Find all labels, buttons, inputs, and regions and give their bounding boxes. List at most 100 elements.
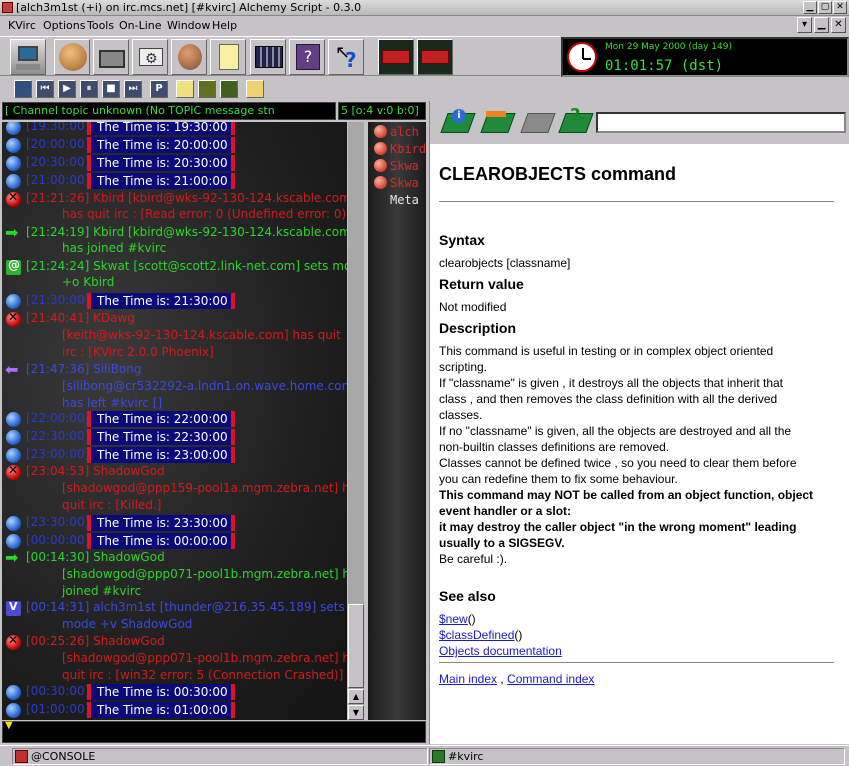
play-icon[interactable]: ▶ xyxy=(58,80,76,98)
mdi-menu-button[interactable]: ▾ xyxy=(797,17,812,33)
warning-line: it may destroy the caller object "in the… xyxy=(439,520,797,534)
clock-icon xyxy=(567,42,597,72)
warning-line: usually to a SIGSEGV. xyxy=(439,536,565,550)
channel-window: [ Channel topic unknown (No TOPIC messag… xyxy=(0,101,428,744)
app-icon[interactable] xyxy=(2,2,13,13)
title-bar[interactable]: [alch3m1st (+i) on irc.mcs.net] [#kvirc]… xyxy=(0,0,849,16)
maximize-button[interactable]: ▢ xyxy=(818,1,832,14)
chat-input[interactable]: ▼ xyxy=(2,720,426,743)
user-item[interactable]: Skwa xyxy=(374,176,419,190)
secondary-toolbar: ⏮ ▶ ⏸ ■ ⏭ P xyxy=(0,78,275,100)
help-index-book-icon[interactable]: i xyxy=(440,107,476,137)
skip-back-icon[interactable]: ⏮ xyxy=(36,80,54,98)
clock-time: 01:01:57 (dst) xyxy=(605,58,724,74)
notepad-icon[interactable] xyxy=(210,39,246,75)
help-document[interactable]: CLEAROBJECTS command Syntax clearobjects… xyxy=(430,144,849,744)
script-button-1[interactable] xyxy=(378,39,414,75)
topic-bar[interactable]: [ Channel topic unknown (No TOPIC messag… xyxy=(2,102,336,120)
link-classdefined[interactable]: $classDefined xyxy=(439,628,514,642)
document-icon[interactable] xyxy=(176,80,194,98)
voice-icon xyxy=(6,600,21,616)
face-icon[interactable] xyxy=(171,39,207,75)
help-search-input[interactable] xyxy=(596,112,846,133)
kvirc-window: [alch3m1st (+i) on irc.mcs.net] [#kvirc]… xyxy=(0,0,849,766)
menu-options[interactable]: Options xyxy=(43,19,85,32)
syntax-heading: Syntax xyxy=(439,232,485,248)
smiley-icon[interactable] xyxy=(54,39,90,75)
join-arrow-icon xyxy=(5,548,21,567)
time-icon xyxy=(6,448,21,463)
mail-icon[interactable] xyxy=(246,80,264,98)
link-new[interactable]: $new xyxy=(439,612,468,626)
user-item[interactable]: Meta xyxy=(390,193,419,207)
description-line: Classes cannot be defined twice , so you… xyxy=(439,456,797,470)
warning-line: This command may NOT be called from an o… xyxy=(439,488,814,502)
user-list[interactable]: alch Kbird Skwa Skwa Meta xyxy=(368,122,426,720)
description-line: If no "classname" is given, all the obje… xyxy=(439,424,792,438)
pointer-help-icon[interactable]: ↖ ? xyxy=(328,39,364,75)
winamp-icon[interactable] xyxy=(220,80,238,98)
description-line: you can redefine them to fix some behavi… xyxy=(439,472,678,486)
time-icon xyxy=(6,122,21,135)
menu-bar: KVirc Options Tools On-Line Window Help … xyxy=(0,16,849,36)
mixer-icon[interactable] xyxy=(198,80,216,98)
p-icon[interactable]: P xyxy=(150,80,168,98)
chat-output[interactable]: [19:30:00] The Time is: 19:30:00 [20:00:… xyxy=(2,122,347,720)
help-question-book-icon[interactable]: ? xyxy=(558,105,594,137)
syntax-text: clearobjects [classname] xyxy=(439,256,571,270)
taskbar-console[interactable]: @CONSOLE xyxy=(12,748,428,765)
scroll-up-arrow[interactable]: ▲ xyxy=(348,689,364,704)
minimize-button[interactable]: ▁ xyxy=(803,1,817,14)
menu-help[interactable]: Help xyxy=(212,19,237,32)
clock-date: Mon 29 May 2000 (day 149) xyxy=(605,42,732,52)
scroll-thumb[interactable] xyxy=(348,604,364,688)
description-line: This command is useful in testing or in … xyxy=(439,344,774,358)
grid-icon[interactable] xyxy=(250,39,286,75)
time-icon xyxy=(6,534,21,549)
user-item[interactable]: alch xyxy=(374,125,419,139)
careful-text: Be careful :). xyxy=(439,552,508,566)
time-icon xyxy=(6,138,21,153)
quit-icon xyxy=(6,463,21,480)
link-main-index[interactable]: Main index xyxy=(439,672,497,686)
divider xyxy=(439,662,834,663)
chat-scrollbar[interactable]: ▲ ▼ xyxy=(348,122,364,720)
menu-kvirc[interactable]: KVirc xyxy=(8,19,36,32)
channel-task-icon xyxy=(432,750,445,763)
quit-icon xyxy=(6,190,21,207)
user-item[interactable]: Kbird xyxy=(374,142,426,156)
stop-icon[interactable]: ■ xyxy=(102,80,120,98)
help-back-book-icon[interactable] xyxy=(480,107,516,137)
skip-forward-icon[interactable]: ⏭ xyxy=(124,80,142,98)
op-icon xyxy=(6,258,21,275)
page-title: CLEAROBJECTS command xyxy=(439,164,677,184)
script-button-2[interactable] xyxy=(417,39,453,75)
pause-icon[interactable]: ⏸ xyxy=(80,80,98,98)
gear-icon[interactable]: ⚙ xyxy=(132,39,168,75)
user-item[interactable]: Skwa xyxy=(374,159,419,173)
mdi-close-button[interactable]: ✕ xyxy=(831,17,846,33)
help-book-icon[interactable]: ? xyxy=(289,39,325,75)
help-toolbar: i ? xyxy=(430,101,849,143)
time-icon xyxy=(6,156,21,171)
link-objects-documentation[interactable]: Objects documentation xyxy=(439,644,562,658)
computer-icon[interactable] xyxy=(93,39,129,75)
see-also-heading: See also xyxy=(439,588,496,604)
close-button[interactable]: ✕ xyxy=(833,1,847,14)
scroll-down-arrow[interactable]: ▼ xyxy=(348,705,364,720)
help-forward-book-icon[interactable] xyxy=(520,107,556,137)
link-command-index[interactable]: Command index xyxy=(507,672,594,686)
console-icon[interactable] xyxy=(10,39,46,75)
menu-window[interactable]: Window xyxy=(167,19,210,32)
menu-tools[interactable]: Tools xyxy=(87,19,114,32)
divider xyxy=(439,201,834,202)
taskbar-channel[interactable]: #kvirc xyxy=(429,748,845,765)
window-taskbar: @CONSOLE #kvirc xyxy=(0,745,849,766)
mdi-minimize-button[interactable]: ▁ xyxy=(814,17,829,33)
part-arrow-icon xyxy=(5,360,21,379)
wave-icon[interactable] xyxy=(14,80,32,98)
menu-online[interactable]: On-Line xyxy=(119,19,162,32)
description-line: non-builtin classes definitions are remo… xyxy=(439,440,670,454)
return-heading: Return value xyxy=(439,276,524,292)
time-icon xyxy=(6,174,21,189)
